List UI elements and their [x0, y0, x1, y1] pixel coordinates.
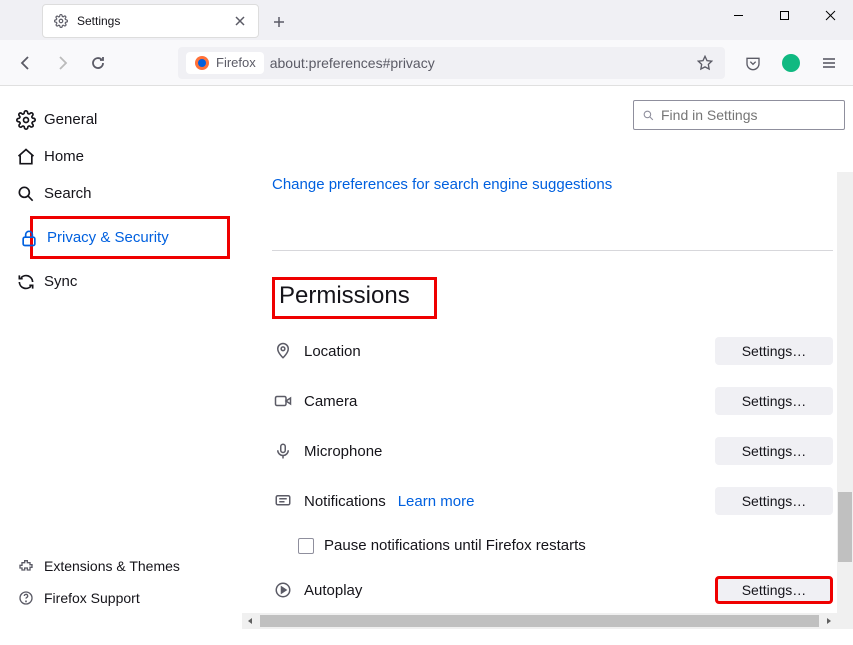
- vertical-scrollbar-thumb[interactable]: [838, 492, 852, 562]
- find-in-settings[interactable]: [633, 100, 845, 130]
- gear-icon: [53, 13, 69, 29]
- sidebar-item-label: General: [44, 111, 97, 128]
- pause-notifications-checkbox[interactable]: [298, 538, 314, 554]
- bookmark-star-icon[interactable]: [693, 51, 717, 75]
- sidebar-item-label: Sync: [44, 273, 77, 290]
- gear-icon: [16, 110, 36, 130]
- puzzle-icon: [16, 556, 36, 576]
- notifications-learn-more-link[interactable]: Learn more: [398, 493, 475, 510]
- app-menu-icon[interactable]: [815, 49, 843, 77]
- sidebar-item-support[interactable]: Firefox Support: [0, 582, 240, 614]
- sync-icon: [16, 272, 36, 292]
- scroll-corner: [837, 613, 853, 629]
- sidebar-item-label: Privacy & Security: [47, 229, 169, 246]
- toolbar-actions: [739, 49, 843, 77]
- grammarly-icon[interactable]: [777, 49, 805, 77]
- search-icon: [16, 184, 36, 204]
- sidebar-item-search[interactable]: Search: [0, 175, 240, 212]
- close-icon[interactable]: [232, 13, 248, 29]
- maximize-button[interactable]: [761, 0, 807, 30]
- pause-notifications-row: Pause notifications until Firefox restar…: [298, 537, 833, 554]
- sidebar-item-label: Extensions & Themes: [44, 558, 180, 574]
- help-icon: [16, 588, 36, 608]
- window-close-button[interactable]: [807, 0, 853, 30]
- main-scroll: Change preferences for search engine sug…: [240, 86, 853, 629]
- back-button[interactable]: [10, 47, 42, 79]
- tab-strip: Settings: [0, 0, 293, 38]
- address-bar[interactable]: Firefox about:preferences#privacy: [178, 47, 725, 79]
- search-suggestions-link-row: Change preferences for search engine sug…: [272, 176, 833, 194]
- vertical-scrollbar[interactable]: [837, 172, 853, 613]
- scroll-left-button[interactable]: [242, 613, 258, 629]
- microphone-icon: [272, 440, 294, 462]
- title-bar: Settings: [0, 0, 853, 40]
- settings-main: Change preferences for search engine sug…: [240, 86, 853, 629]
- permission-label: Notifications: [304, 493, 386, 510]
- camera-icon: [272, 390, 294, 412]
- autoplay-icon: [272, 579, 294, 601]
- browser-tab-settings[interactable]: Settings: [42, 4, 259, 38]
- change-search-preferences-link[interactable]: Change preferences for search engine sug…: [272, 176, 612, 193]
- permission-label: Microphone: [304, 443, 382, 460]
- permission-row-camera: Camera Settings…: [272, 387, 833, 415]
- permission-row-microphone: Microphone Settings…: [272, 437, 833, 465]
- url-text: about:preferences#privacy: [270, 55, 693, 71]
- settings-sidebar: General Home Search Privacy & Security S…: [0, 86, 240, 629]
- permission-row-autoplay: Autoplay Settings…: [272, 576, 833, 604]
- divider: [272, 250, 833, 251]
- sidebar-item-general[interactable]: General: [0, 101, 240, 138]
- minimize-button[interactable]: [715, 0, 761, 30]
- firefox-icon: [194, 55, 210, 71]
- microphone-settings-button[interactable]: Settings…: [715, 437, 833, 465]
- search-icon: [642, 109, 655, 122]
- location-icon: [272, 340, 294, 362]
- forward-button[interactable]: [46, 47, 78, 79]
- reload-button[interactable]: [82, 47, 114, 79]
- lock-icon: [19, 228, 39, 248]
- permission-row-notifications: Notifications Learn more Settings…: [272, 487, 833, 515]
- window-controls: [715, 0, 853, 30]
- horizontal-scrollbar[interactable]: [242, 613, 837, 629]
- scroll-right-button[interactable]: [821, 613, 837, 629]
- identity-label: Firefox: [216, 55, 256, 70]
- navigation-toolbar: Firefox about:preferences#privacy: [0, 40, 853, 86]
- camera-settings-button[interactable]: Settings…: [715, 387, 833, 415]
- sidebar-item-label: Home: [44, 148, 84, 165]
- notifications-settings-button[interactable]: Settings…: [715, 487, 833, 515]
- horizontal-scrollbar-thumb[interactable]: [260, 615, 819, 627]
- site-identity[interactable]: Firefox: [186, 52, 264, 74]
- permission-label: Location: [304, 343, 361, 360]
- sidebar-item-privacy-security[interactable]: Privacy & Security: [30, 216, 230, 259]
- pause-notifications-label: Pause notifications until Firefox restar…: [324, 537, 586, 554]
- find-input[interactable]: [661, 107, 836, 123]
- permission-label: Camera: [304, 393, 357, 410]
- permissions-heading: Permissions: [272, 277, 437, 319]
- autoplay-settings-button[interactable]: Settings…: [715, 576, 833, 604]
- sidebar-item-sync[interactable]: Sync: [0, 263, 240, 300]
- sidebar-item-label: Firefox Support: [44, 590, 140, 606]
- sidebar-item-home[interactable]: Home: [0, 138, 240, 175]
- permission-label: Autoplay: [304, 582, 362, 599]
- pocket-icon[interactable]: [739, 49, 767, 77]
- home-icon: [16, 147, 36, 167]
- new-tab-button[interactable]: [265, 8, 293, 36]
- content-area: General Home Search Privacy & Security S…: [0, 86, 853, 629]
- sidebar-item-label: Search: [44, 185, 92, 202]
- notifications-icon: [272, 490, 294, 512]
- sidebar-item-extensions[interactable]: Extensions & Themes: [0, 550, 240, 582]
- location-settings-button[interactable]: Settings…: [715, 337, 833, 365]
- tab-title: Settings: [77, 14, 232, 28]
- permission-row-location: Location Settings…: [272, 337, 833, 365]
